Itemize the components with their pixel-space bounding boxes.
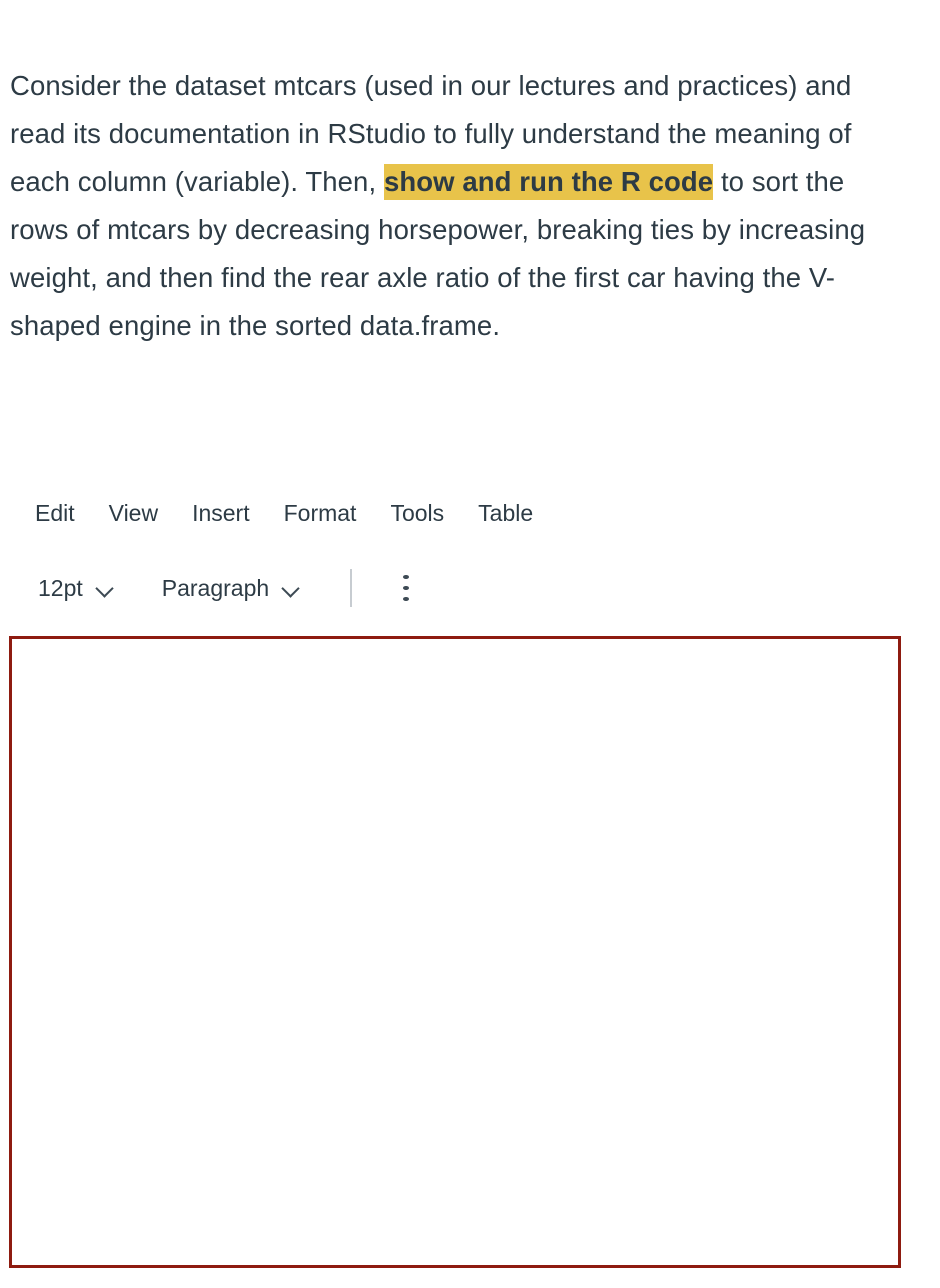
question-prompt: Consider the dataset mtcars (used in our… — [10, 62, 902, 350]
menu-item-table[interactable]: Table — [478, 501, 533, 525]
menu-item-edit[interactable]: Edit — [35, 501, 75, 525]
font-size-value: 12pt — [38, 574, 83, 601]
menu-item-format[interactable]: Format — [284, 501, 357, 525]
font-size-dropdown[interactable]: 12pt — [38, 574, 116, 601]
block-format-dropdown[interactable]: Paragraph — [161, 574, 302, 601]
answer-editor-surface[interactable] — [12, 639, 898, 1265]
question-highlighted-phrase: show and run the R code — [383, 164, 714, 200]
toolbar-divider — [350, 569, 353, 607]
kebab-dot — [403, 585, 410, 591]
menu-item-insert[interactable]: Insert — [192, 501, 250, 525]
rce-editor-box[interactable] — [9, 636, 901, 1268]
menu-item-view[interactable]: View — [109, 501, 158, 525]
block-format-value: Paragraph — [161, 574, 270, 601]
menu-item-tools[interactable]: Tools — [390, 501, 444, 525]
chevron-down-icon — [280, 577, 302, 599]
chevron-down-icon — [94, 577, 116, 599]
kebab-dot — [403, 597, 410, 602]
rce-menu-bar: Edit View Insert Format Tools Table — [0, 492, 940, 534]
rce-toolbar: 12pt Paragraph — [0, 566, 940, 610]
kebab-dot — [403, 574, 410, 579]
kebab-menu-icon[interactable] — [394, 571, 418, 605]
